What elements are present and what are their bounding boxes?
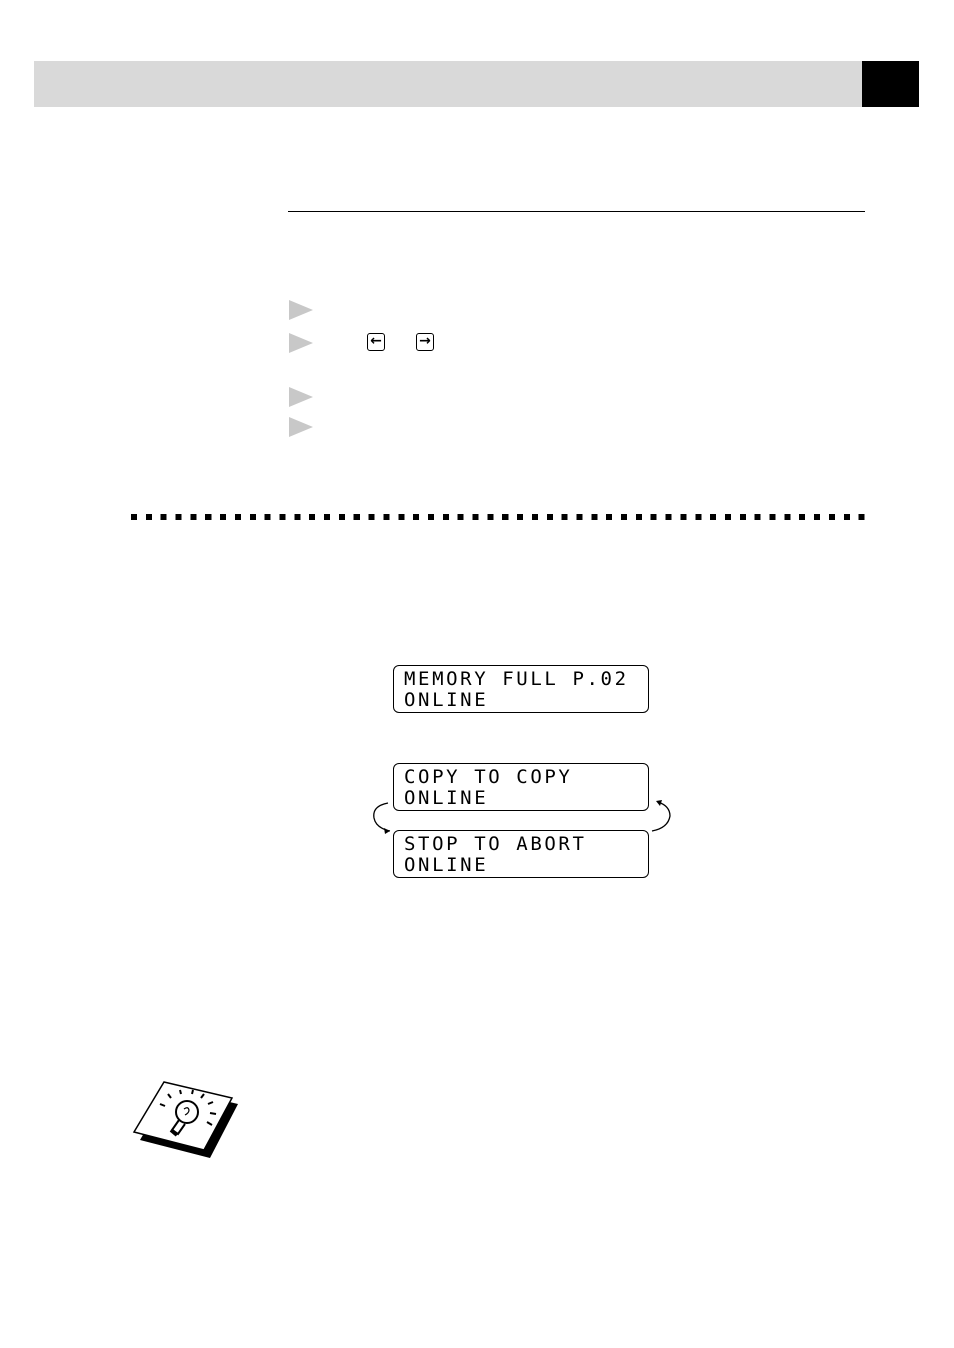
left-arrow-key-icon: ←: [367, 333, 385, 351]
lcd-display-memory-full: MEMORY FULL P.02 ONLINE: [393, 665, 649, 713]
bullet-triangle-icon: [289, 417, 313, 437]
lcd-line-2: ONLINE: [404, 854, 489, 876]
bullet-triangle-icon: [289, 387, 313, 407]
lcd-line-1: STOP TO ABORT: [404, 833, 587, 855]
lcd-display-copy: COPY TO COPY ONLINE: [393, 763, 649, 811]
bullet-triangle-icon: [289, 300, 313, 320]
section-rule: [288, 211, 865, 212]
header-bar: [34, 61, 862, 107]
lightbulb-icon: [132, 1081, 238, 1158]
lcd-line-1: COPY TO COPY: [404, 766, 573, 788]
lcd-display-stop: STOP TO ABORT ONLINE: [393, 830, 649, 878]
right-arrow-key-icon: →: [416, 333, 434, 351]
lcd-line-2: ONLINE: [404, 689, 489, 711]
cycle-arrow-left-icon: [373, 802, 391, 834]
cycle-arrow-right-icon: [651, 800, 671, 832]
dotted-divider: [131, 514, 867, 520]
bullet-triangle-icon: [289, 333, 313, 353]
lcd-line-1: MEMORY FULL P.02: [404, 668, 629, 690]
lcd-line-2: ONLINE: [404, 787, 489, 809]
header-page-tab: [862, 61, 919, 107]
